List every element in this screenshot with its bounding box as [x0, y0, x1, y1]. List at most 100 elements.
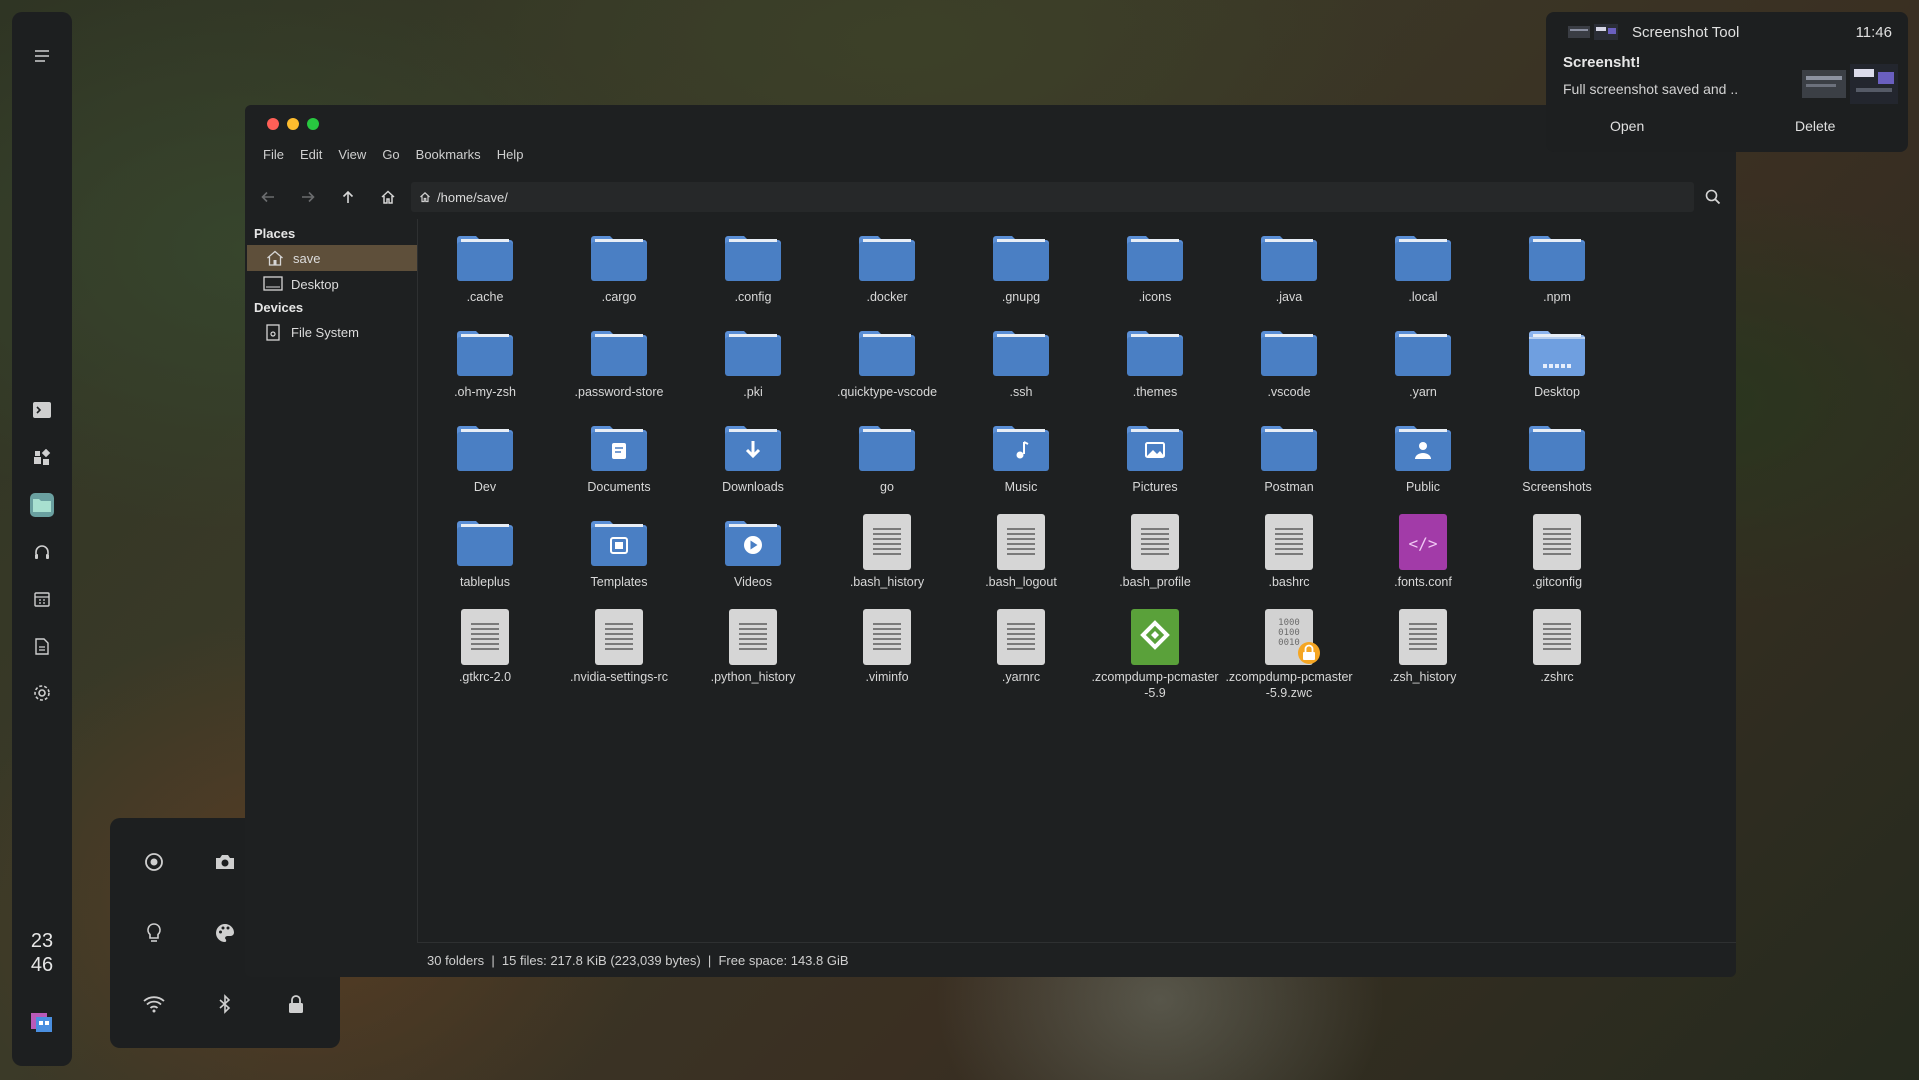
- notes-icon[interactable]: [30, 634, 54, 658]
- folder-item[interactable]: Pictures: [1088, 415, 1222, 510]
- folder-item[interactable]: Public: [1356, 415, 1490, 510]
- file-item[interactable]: .zshrc: [1490, 605, 1624, 700]
- item-name: .zshrc: [1540, 670, 1574, 684]
- file-item[interactable]: 1000 0100 0010 .zcompdump-pcmaster-5.9.zwc: [1222, 605, 1356, 700]
- folder-item[interactable]: Downloads: [686, 415, 820, 510]
- notification-delete-button[interactable]: Delete: [1795, 118, 1835, 134]
- up-button[interactable]: [334, 183, 362, 211]
- files-icon[interactable]: [30, 493, 54, 517]
- folder-item[interactable]: Music: [954, 415, 1088, 510]
- folder-item[interactable]: .icons: [1088, 225, 1222, 320]
- sidebar-item-desktop[interactable]: Desktop: [245, 271, 417, 297]
- folder-item[interactable]: .local: [1356, 225, 1490, 320]
- clock-minute: 46: [30, 954, 54, 976]
- maximize-button[interactable]: [307, 118, 319, 130]
- folder-item[interactable]: Videos: [686, 510, 820, 605]
- file-item[interactable]: .bash_history: [820, 510, 954, 605]
- file-item[interactable]: .python_history: [686, 605, 820, 700]
- folder-item[interactable]: .npm: [1490, 225, 1624, 320]
- apps-icon[interactable]: [30, 446, 54, 470]
- lock-icon[interactable]: [276, 984, 316, 1024]
- file-item[interactable]: .bash_logout: [954, 510, 1088, 605]
- svg-text:0010: 0010: [1278, 638, 1300, 648]
- desktop-icon: [263, 275, 283, 293]
- menu-help[interactable]: Help: [489, 147, 532, 162]
- folder-icon: [989, 415, 1053, 479]
- folder-item[interactable]: tableplus: [418, 510, 552, 605]
- file-item[interactable]: .gitconfig: [1490, 510, 1624, 605]
- menu-bookmarks[interactable]: Bookmarks: [408, 147, 489, 162]
- file-icon: [1391, 605, 1455, 669]
- drive-icon: [263, 323, 283, 341]
- wifi-icon[interactable]: [134, 984, 174, 1024]
- item-name: .zcompdump-pcmaster-5.9: [1091, 670, 1219, 700]
- file-icon: </>: [1391, 510, 1455, 574]
- item-name: .nvidia-settings-rc: [570, 670, 668, 684]
- close-button[interactable]: [267, 118, 279, 130]
- home-button[interactable]: [374, 183, 402, 211]
- sidebar-item-save[interactable]: save: [247, 245, 417, 271]
- folder-item[interactable]: Documents: [552, 415, 686, 510]
- search-icon[interactable]: [1699, 183, 1727, 211]
- palette-icon[interactable]: [205, 913, 245, 953]
- file-item[interactable]: .bashrc: [1222, 510, 1356, 605]
- menu-icon[interactable]: [32, 46, 52, 66]
- file-item[interactable]: .yarnrc: [954, 605, 1088, 700]
- file-icon: [855, 605, 919, 669]
- folder-item[interactable]: .docker: [820, 225, 954, 320]
- terminal-icon[interactable]: [30, 398, 54, 422]
- file-item[interactable]: .viminfo: [820, 605, 954, 700]
- record-icon[interactable]: [134, 842, 174, 882]
- folder-item[interactable]: .pki: [686, 320, 820, 415]
- folder-item[interactable]: Dev: [418, 415, 552, 510]
- file-item[interactable]: .zsh_history: [1356, 605, 1490, 700]
- folder-item[interactable]: .cargo: [552, 225, 686, 320]
- bluetooth-icon[interactable]: [205, 984, 245, 1024]
- folder-item[interactable]: go: [820, 415, 954, 510]
- folder-item[interactable]: .password-store: [552, 320, 686, 415]
- folder-item[interactable]: .gnupg: [954, 225, 1088, 320]
- item-name: tableplus: [459, 575, 511, 589]
- file-manager-window: File Edit View Go Bookmarks Help /home/s…: [245, 105, 1736, 977]
- file-item[interactable]: .bash_profile: [1088, 510, 1222, 605]
- calendar-icon[interactable]: [30, 587, 54, 611]
- folder-item[interactable]: Desktop: [1490, 320, 1624, 415]
- file-item[interactable]: .zcompdump-pcmaster-5.9: [1088, 605, 1222, 700]
- back-button[interactable]: [254, 183, 282, 211]
- settings-icon[interactable]: [30, 681, 54, 705]
- forward-button[interactable]: [294, 183, 322, 211]
- lightbulb-icon[interactable]: [134, 913, 174, 953]
- sidebar: Places save Desktop Devices File System: [245, 219, 418, 943]
- folder-item[interactable]: .cache: [418, 225, 552, 320]
- camera-icon[interactable]: [205, 842, 245, 882]
- file-item[interactable]: .gtkrc-2.0: [418, 605, 552, 700]
- folder-item[interactable]: Templates: [552, 510, 686, 605]
- folder-item[interactable]: Postman: [1222, 415, 1356, 510]
- file-item[interactable]: .nvidia-settings-rc: [552, 605, 686, 700]
- music-icon[interactable]: [30, 540, 54, 564]
- folder-item[interactable]: .themes: [1088, 320, 1222, 415]
- launcher-icon[interactable]: [30, 1010, 54, 1034]
- minimize-button[interactable]: [287, 118, 299, 130]
- folder-item[interactable]: .oh-my-zsh: [418, 320, 552, 415]
- folder-item[interactable]: .quicktype-vscode: [820, 320, 954, 415]
- menu-view[interactable]: View: [330, 147, 374, 162]
- folder-item[interactable]: .yarn: [1356, 320, 1490, 415]
- folder-icon: [1391, 415, 1455, 479]
- menu-file[interactable]: File: [255, 147, 292, 162]
- notification-open-button[interactable]: Open: [1610, 118, 1644, 134]
- folder-item[interactable]: .ssh: [954, 320, 1088, 415]
- folder-item[interactable]: Screenshots: [1490, 415, 1624, 510]
- window-controls: [267, 118, 319, 130]
- location-bar[interactable]: /home/save/: [411, 182, 1694, 212]
- file-icon: 1000 0100 0010: [1257, 605, 1321, 669]
- folder-item[interactable]: .vscode: [1222, 320, 1356, 415]
- item-name: .gnupg: [1001, 290, 1041, 304]
- menu-go[interactable]: Go: [374, 147, 407, 162]
- sidebar-item-file-system[interactable]: File System: [245, 319, 417, 345]
- menu-edit[interactable]: Edit: [292, 147, 330, 162]
- folder-item[interactable]: .config: [686, 225, 820, 320]
- file-item[interactable]: </> .fonts.conf: [1356, 510, 1490, 605]
- sidebar-item-label: File System: [291, 324, 359, 340]
- folder-item[interactable]: .java: [1222, 225, 1356, 320]
